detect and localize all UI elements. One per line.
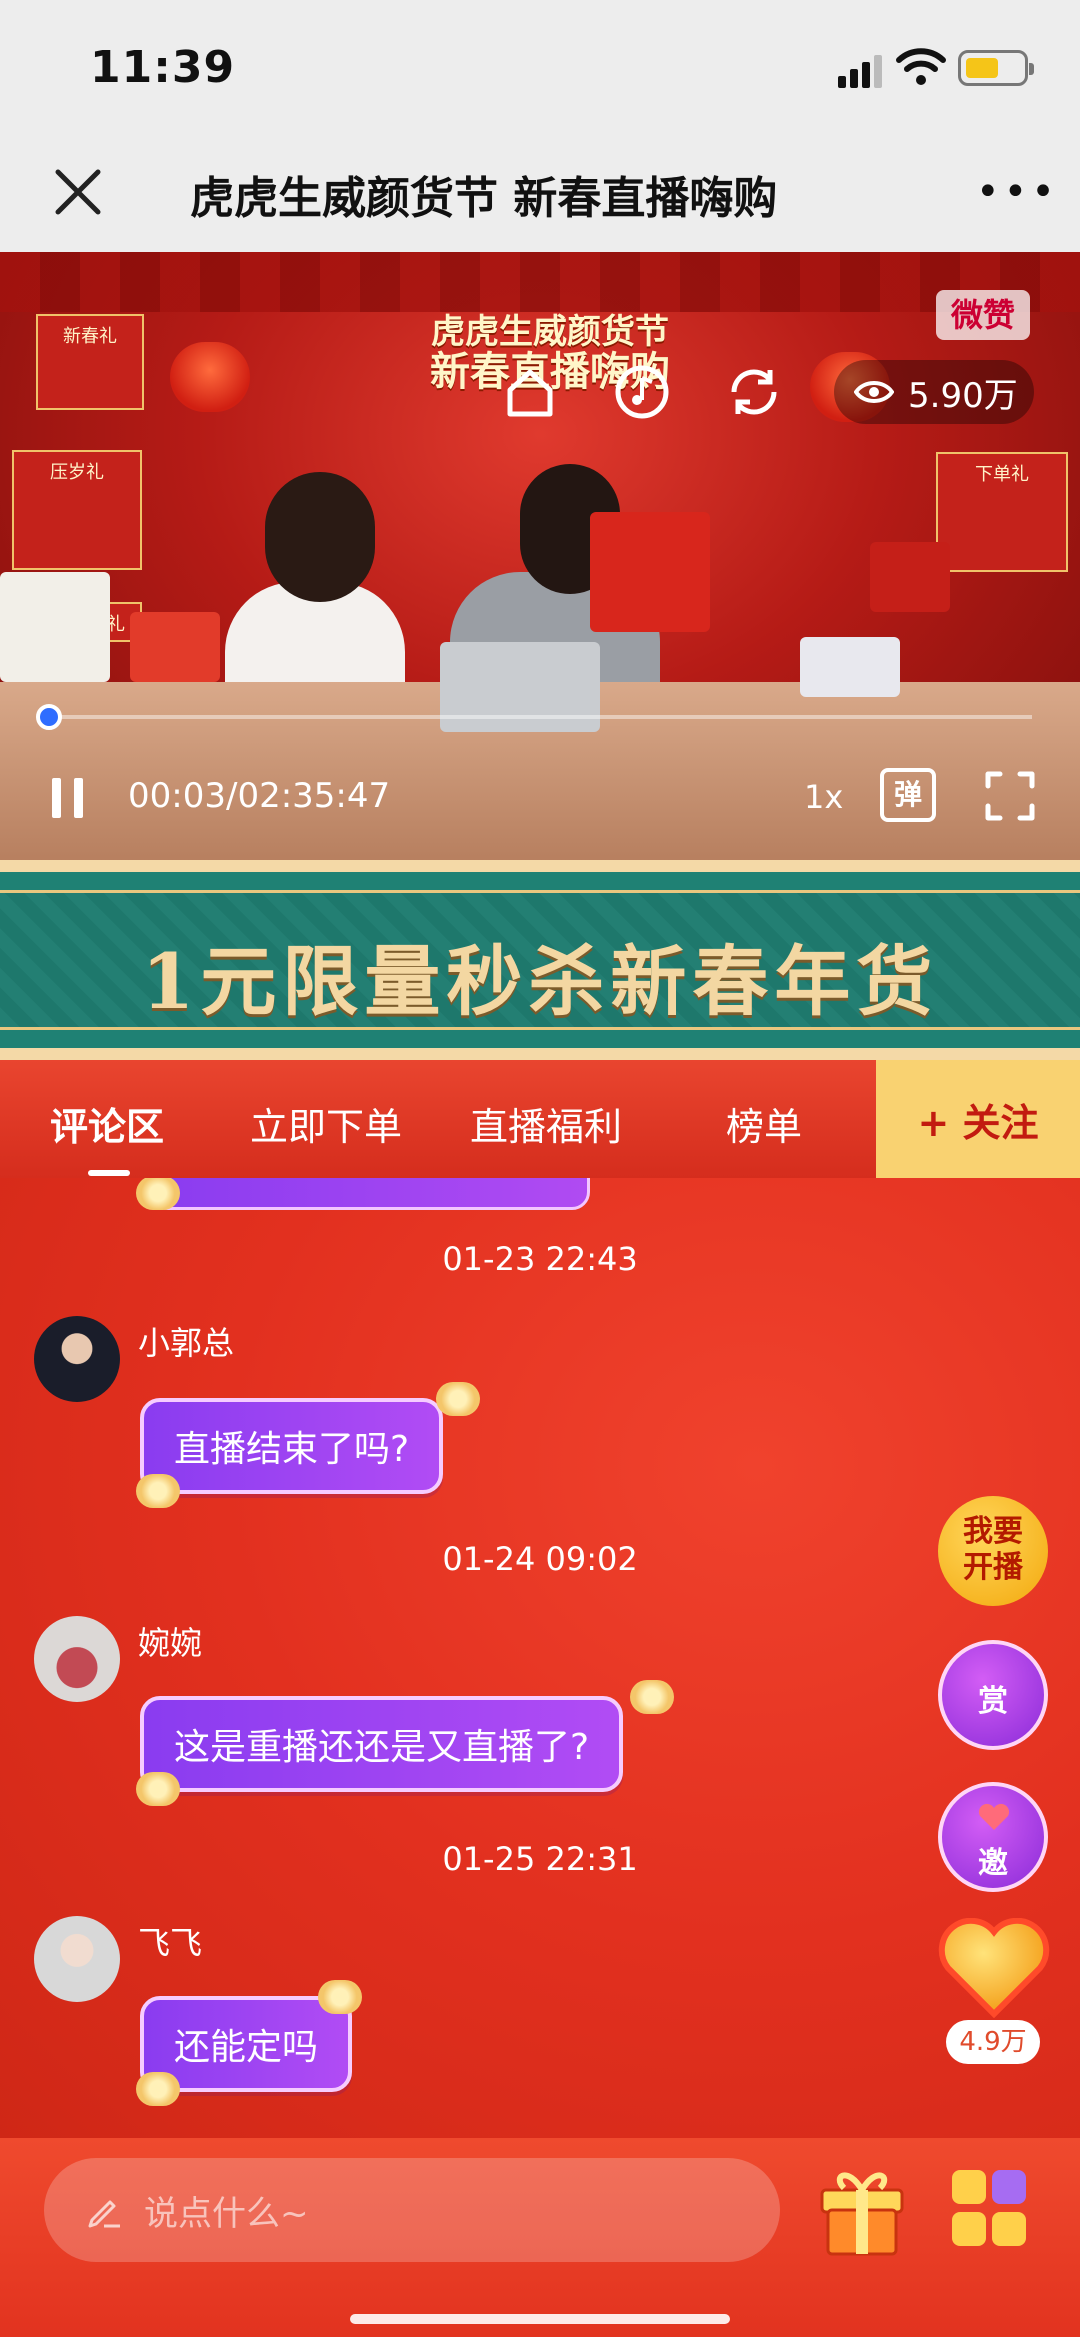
board-left-top: 新春礼 (36, 314, 144, 410)
wifi-icon (896, 48, 946, 85)
stage-banner-line1: 虎虎生威颜货节 (431, 312, 669, 352)
invite-label: 邀 (978, 1846, 1008, 1881)
comment-timestamp: 01-25 22:31 (442, 1840, 638, 1878)
promo-banner[interactable]: 1元限量秒杀新春年货 (0, 860, 1080, 1060)
view-count-text: 5.90万 (908, 375, 1018, 416)
nav-bar: 虎虎生威颜货节 新春直播嗨购 ••• (0, 132, 1080, 252)
close-icon[interactable] (50, 164, 106, 220)
video-time: 00:03/02:35:47 (128, 776, 391, 816)
bottom-bar: 说点什么~ (0, 2138, 1080, 2337)
tab-order-now[interactable]: 立即下单 (250, 1096, 402, 1151)
product-box-red (870, 542, 950, 612)
product-tiger-box (130, 612, 220, 682)
board-left-mid: 压岁礼 (12, 450, 142, 570)
flower-decoration (630, 1680, 674, 1714)
product-box-white (800, 637, 900, 697)
pause-button[interactable] (52, 778, 86, 818)
status-time: 11:39 (90, 42, 236, 93)
like-heart-icon[interactable] (938, 1918, 1050, 2018)
comment-bubble: 这是重播还还是又直播了? (140, 1696, 624, 1792)
home-icon[interactable] (500, 362, 560, 422)
eye-icon (854, 381, 894, 403)
home-indicator (350, 2314, 730, 2324)
music-icon[interactable] (612, 362, 672, 422)
refresh-icon[interactable] (724, 362, 784, 422)
comment-timestamp: 01-24 09:02 (442, 1540, 638, 1578)
comment-list[interactable]: 01-23 22:43 小郭总 直播结束了吗? 01-24 09:02 婉婉 这… (0, 1178, 1080, 2138)
comment-username: 飞飞 (138, 1924, 203, 1962)
fullscreen-icon[interactable] (984, 770, 1036, 822)
avatar[interactable] (34, 1316, 120, 1402)
follow-button[interactable]: + 关注 (876, 1060, 1080, 1178)
apps-grid-icon[interactable] (950, 2168, 1028, 2248)
flower-decoration (136, 1178, 180, 1210)
product-stack (0, 572, 110, 682)
page-title: 虎虎生威颜货节 新春直播嗨购 (190, 173, 778, 222)
flower-decoration (136, 2072, 180, 2106)
start-live-label-line1: 我要 (963, 1514, 1023, 1549)
host-female-head (265, 472, 375, 602)
comment-bubble-partial (150, 1178, 590, 1210)
start-live-label-line2: 开播 (963, 1550, 1023, 1585)
comment-input-placeholder: 说点什么~ (144, 2193, 309, 2234)
stage-curtain (0, 252, 1080, 312)
comment-username: 小郭总 (138, 1324, 235, 1362)
view-count: 5.90万 (834, 360, 1034, 424)
lantern-decoration (170, 342, 250, 412)
comment-input[interactable]: 说点什么~ (44, 2158, 780, 2262)
heart-envelope-icon (978, 1803, 1010, 1830)
progress-handle[interactable] (36, 704, 62, 730)
battery-icon (958, 50, 1034, 86)
more-options-icon[interactable]: ••• (976, 172, 1059, 212)
comment-username: 婉婉 (138, 1624, 203, 1662)
product-box-red (590, 512, 710, 632)
promo-text: 1元限量秒杀新春年货 (141, 937, 939, 1026)
flower-decoration (136, 1772, 180, 1806)
comment-bubble: 直播结束了吗? (140, 1398, 444, 1494)
weizan-watermark: 微赞 (936, 290, 1030, 340)
pencil-icon (88, 2200, 120, 2228)
flower-decoration (318, 1980, 362, 2014)
tab-comments[interactable]: 评论区 (50, 1096, 164, 1151)
flower-decoration (436, 1382, 480, 1416)
active-tab-indicator (88, 1170, 130, 1176)
gift-icon[interactable] (818, 2160, 906, 2258)
reward-label: 赏 (978, 1684, 1008, 1719)
avatar[interactable] (34, 1916, 120, 2002)
progress-bar[interactable] (48, 715, 1032, 719)
tab-bar: 评论区 立即下单 直播福利 榜单 + 关注 (0, 1060, 1080, 1178)
start-live-button[interactable]: 我要 开播 (938, 1496, 1048, 1606)
tab-ranking[interactable]: 榜单 (726, 1096, 802, 1151)
tab-live-benefits[interactable]: 直播福利 (470, 1096, 622, 1151)
speed-button[interactable]: 1x (804, 778, 843, 816)
comment-timestamp: 01-23 22:43 (442, 1240, 638, 1278)
avatar[interactable] (34, 1616, 120, 1702)
flower-decoration (136, 1474, 180, 1508)
board-right: 下单礼 (936, 452, 1068, 572)
status-bar: 11:39 (0, 0, 1080, 132)
reward-button[interactable]: 赏 (938, 1640, 1048, 1750)
video-player[interactable]: 虎虎生威颜货节 新春直播嗨购 新春礼 压岁礼 额礼 下单礼 微赞 5.90万 (0, 252, 1080, 860)
cellular-signal-icon (838, 55, 882, 88)
danmu-toggle[interactable]: 弹 (880, 768, 936, 822)
invite-button[interactable]: 邀 (938, 1782, 1048, 1892)
like-count: 4.9万 (946, 2020, 1040, 2064)
follow-button-label: + 关注 (917, 1100, 1039, 1145)
